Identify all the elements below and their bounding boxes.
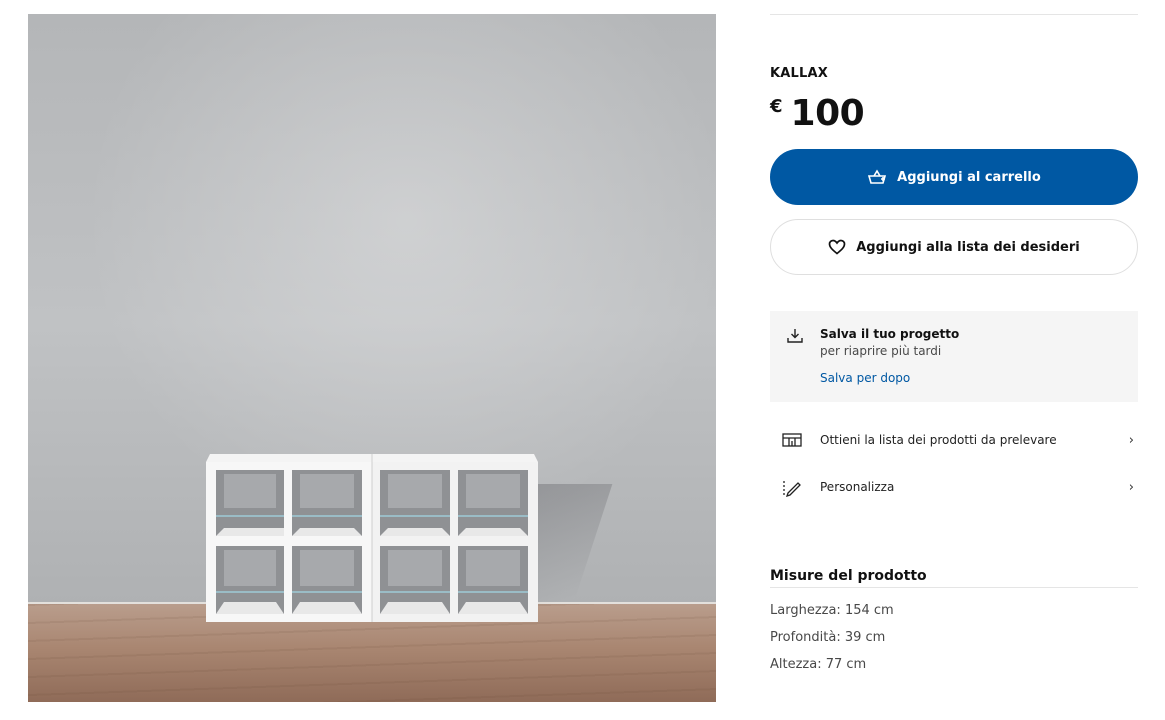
save-project-box: Salva il tuo progetto per riaprire più t… (770, 311, 1138, 402)
customize-label: Personalizza (820, 480, 895, 494)
kallax-shelf-model (206, 454, 538, 622)
cart-icon (867, 169, 887, 185)
heart-icon (828, 239, 846, 255)
product-price: € 100 (770, 92, 865, 136)
measure-width: Larghezza: 154 cm (770, 603, 894, 618)
pick-list-option[interactable]: Ottieni la lista dei prodotti da preleva… (770, 427, 1138, 455)
measure-height: Altezza: 77 cm (770, 657, 867, 672)
product-name: KALLAX (770, 66, 828, 81)
divider (770, 14, 1138, 15)
add-to-wishlist-button[interactable]: Aggiungi alla lista dei desideri (770, 219, 1138, 275)
product-panel: KALLAX € 100 Aggiungi al carrello Aggiun… (770, 0, 1138, 720)
customize-option[interactable]: Personalizza › (770, 474, 1138, 502)
pencil-icon (782, 479, 802, 501)
price-currency: € (770, 96, 783, 117)
add-to-cart-button[interactable]: Aggiungi al carrello (770, 149, 1138, 205)
add-to-wishlist-label: Aggiungi alla lista dei desideri (856, 239, 1080, 255)
add-to-cart-label: Aggiungi al carrello (897, 169, 1041, 185)
chevron-right-icon: › (1128, 433, 1134, 448)
save-project-subtitle: per riaprire più tardi (820, 344, 942, 358)
chevron-right-icon: › (1128, 480, 1134, 495)
price-amount: 100 (790, 93, 865, 134)
measures-title: Misure del prodotto (770, 568, 927, 584)
save-for-later-link[interactable]: Salva per dopo (820, 371, 910, 385)
download-icon (786, 327, 804, 349)
pick-list-label: Ottieni la lista dei prodotti da preleva… (820, 433, 1057, 447)
list-icon (782, 432, 802, 452)
measure-depth: Profondità: 39 cm (770, 630, 886, 645)
3d-viewer[interactable] (28, 14, 716, 702)
divider (770, 587, 1138, 588)
save-project-title: Salva il tuo progetto (820, 327, 960, 341)
